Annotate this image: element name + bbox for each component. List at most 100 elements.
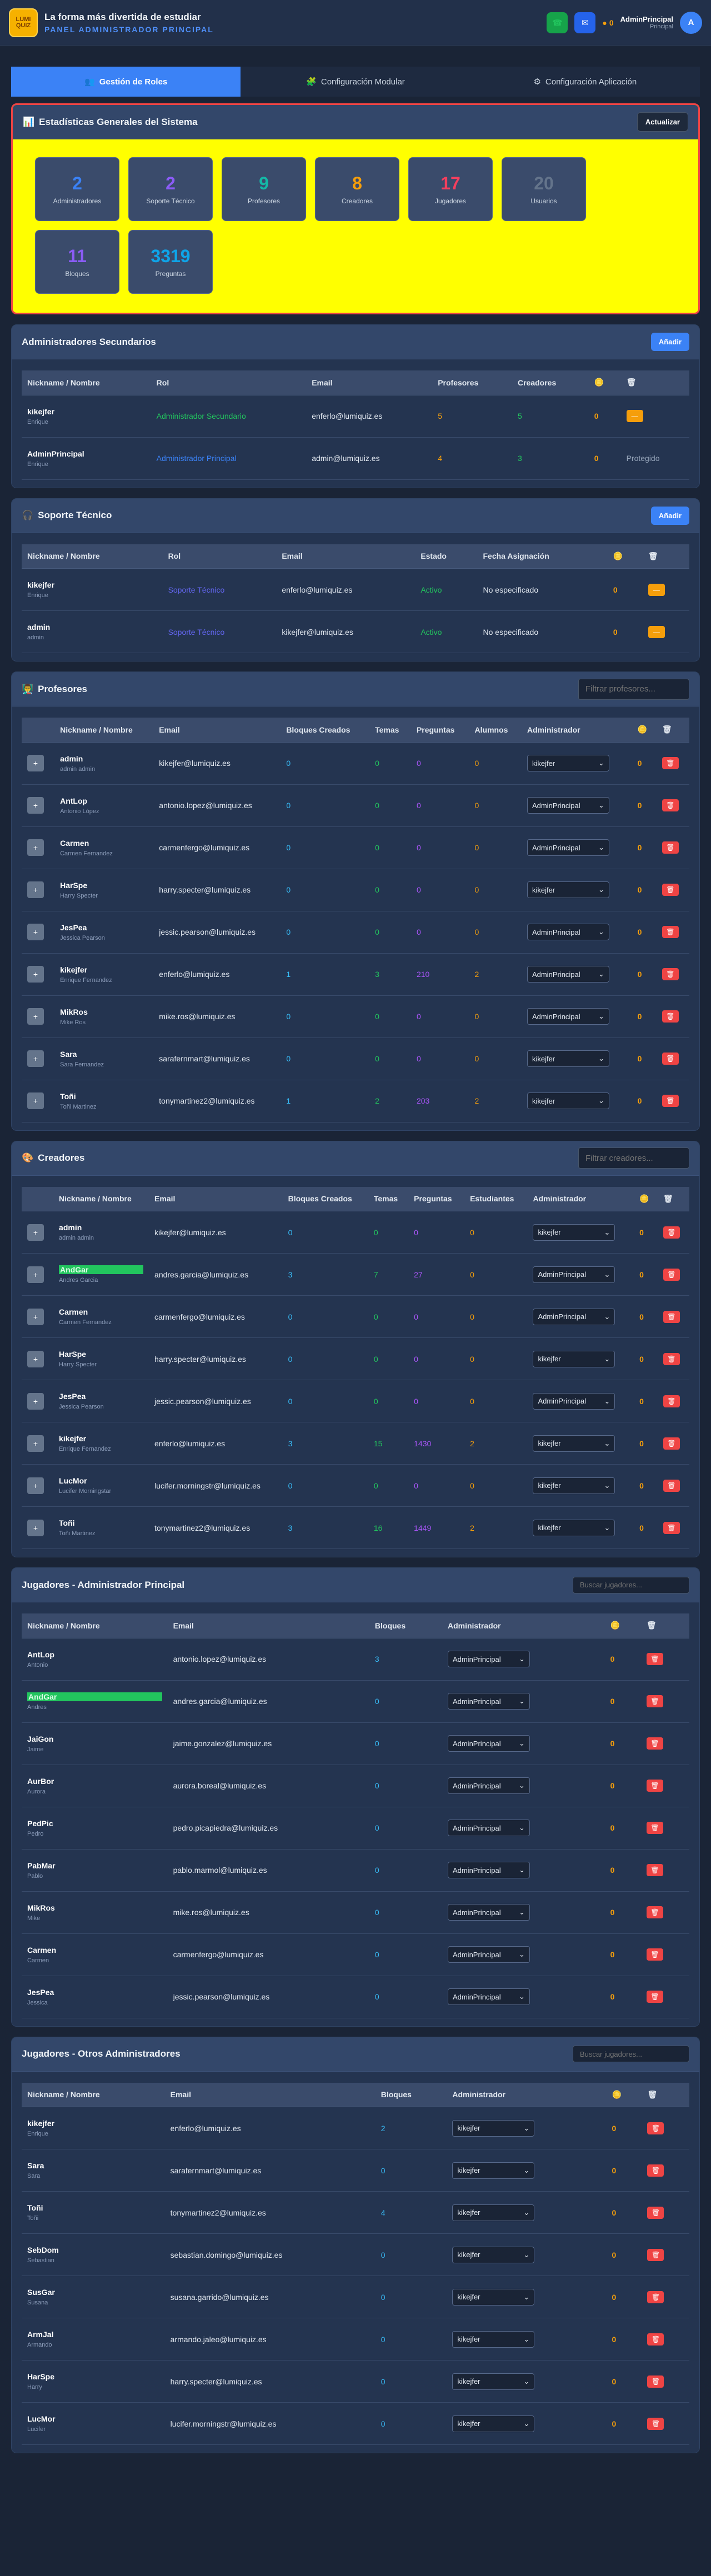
delete-button[interactable]: 🗑	[663, 1479, 680, 1492]
teachers-filter-input[interactable]	[578, 678, 689, 700]
expand-button[interactable]: +	[27, 1392, 44, 1410]
tab-app-config[interactable]: ⚙ Configuración Aplicación	[470, 67, 700, 97]
expand-button[interactable]: +	[27, 839, 44, 856]
delete-button[interactable]: 🗑	[662, 1053, 679, 1065]
delete-button[interactable]: 🗑	[647, 2164, 664, 2177]
administrator-select[interactable]: kikejfer ⌄	[527, 755, 609, 771]
delete-button[interactable]: —	[648, 583, 665, 596]
chat-icon-button[interactable]: ✉	[574, 12, 596, 33]
expand-button[interactable]: +	[27, 1350, 44, 1367]
delete-button[interactable]: —	[648, 625, 665, 638]
add-support-button[interactable]: Añadir	[650, 506, 689, 525]
players-main-search[interactable]	[573, 1576, 689, 1593]
avatar[interactable]: A	[680, 11, 702, 34]
delete-button[interactable]: 🗑	[662, 757, 679, 769]
delete-button[interactable]: 🗑	[647, 2417, 664, 2430]
administrator-select[interactable]: kikejfer ⌄	[452, 2246, 535, 2263]
administrator-select[interactable]: kikejfer ⌄	[452, 2204, 535, 2221]
delete-button[interactable]: 🗑	[662, 1095, 679, 1107]
delete-button[interactable]: 🗑	[646, 1991, 663, 2003]
administrator-select[interactable]: AdminPrincipal ⌄	[447, 1904, 530, 1921]
administrator-select[interactable]: AdminPrincipal ⌄	[533, 1392, 615, 1410]
expand-button[interactable]: +	[27, 1308, 44, 1325]
delete-button[interactable]: 🗑	[662, 926, 679, 938]
delete-button[interactable]: 🗑	[647, 2291, 664, 2303]
expand-button[interactable]: +	[27, 1266, 44, 1283]
delete-button[interactable]: 🗑	[662, 1010, 679, 1023]
add-admin-button[interactable]: Añadir	[650, 333, 689, 351]
administrator-select[interactable]: kikejfer ⌄	[452, 2162, 535, 2179]
expand-button[interactable]: +	[27, 1435, 44, 1452]
delete-button[interactable]: —	[626, 410, 643, 422]
expand-button[interactable]: +	[27, 966, 44, 983]
administrator-select[interactable]: AdminPrincipal ⌄	[447, 1946, 530, 1963]
delete-button[interactable]: 🗑	[663, 1395, 680, 1407]
delete-button[interactable]: 🗑	[663, 1226, 680, 1239]
administrator-select[interactable]: AdminPrincipal ⌄	[447, 1988, 530, 2005]
delete-button[interactable]: 🗑	[646, 1906, 663, 1918]
administrator-select[interactable]: kikejfer ⌄	[533, 1477, 615, 1494]
expand-button[interactable]: +	[27, 755, 44, 771]
delete-button[interactable]: 🗑	[663, 1310, 680, 1323]
administrator-select[interactable]: kikejfer ⌄	[533, 1224, 615, 1241]
administrator-select[interactable]: kikejfer ⌄	[452, 2119, 535, 2137]
creators-filter-input[interactable]	[578, 1147, 689, 1169]
administrator-select[interactable]: AdminPrincipal ⌄	[527, 797, 609, 814]
administrator-select[interactable]: AdminPrincipal ⌄	[447, 1651, 530, 1667]
expand-button[interactable]: +	[27, 1477, 44, 1494]
delete-button[interactable]: 🗑	[646, 1948, 663, 1961]
administrator-select[interactable]: AdminPrincipal ⌄	[533, 1266, 615, 1283]
expand-button[interactable]: +	[27, 1008, 44, 1025]
administrator-select[interactable]: AdminPrincipal ⌄	[447, 1777, 530, 1794]
administrator-select[interactable]: AdminPrincipal ⌄	[527, 839, 609, 856]
delete-button[interactable]: 🗑	[647, 2206, 664, 2219]
delete-button[interactable]: 🗑	[663, 1521, 680, 1534]
delete-button[interactable]: 🗑	[646, 1737, 663, 1750]
administrator-select[interactable]: AdminPrincipal ⌄	[527, 966, 609, 983]
administrator-select[interactable]: kikejfer ⌄	[452, 2373, 535, 2390]
delete-button[interactable]: 🗑	[647, 2375, 664, 2388]
delete-button[interactable]: 🗑	[663, 1437, 680, 1450]
administrator-select[interactable]: AdminPrincipal ⌄	[533, 1308, 615, 1325]
support-icon-button[interactable]: ☎	[547, 12, 568, 33]
delete-button[interactable]: 🗑	[647, 2333, 664, 2346]
administrator-select[interactable]: AdminPrincipal ⌄	[447, 1862, 530, 1878]
tab-modular[interactable]: 🧩 Configuración Modular	[241, 67, 470, 97]
delete-button[interactable]: 🗑	[662, 884, 679, 896]
tab-roles[interactable]: 👥 Gestión de Roles	[11, 67, 241, 97]
expand-button[interactable]: +	[27, 924, 44, 940]
delete-button[interactable]: 🗑	[662, 841, 679, 854]
refresh-button[interactable]: Actualizar	[637, 112, 688, 132]
administrator-select[interactable]: kikejfer ⌄	[533, 1435, 615, 1452]
players-other-search[interactable]	[573, 2046, 689, 2062]
delete-button[interactable]: 🗑	[646, 1653, 663, 1665]
administrator-select[interactable]: kikejfer ⌄	[527, 1050, 609, 1067]
expand-button[interactable]: +	[27, 1519, 44, 1536]
expand-button[interactable]: +	[27, 1224, 44, 1241]
administrator-select[interactable]: kikejfer ⌄	[452, 2288, 535, 2306]
delete-button[interactable]: 🗑	[646, 1780, 663, 1792]
administrator-select[interactable]: AdminPrincipal ⌄	[447, 1820, 530, 1836]
administrator-select[interactable]: kikejfer ⌄	[533, 1350, 615, 1367]
delete-button[interactable]: 🗑	[647, 2248, 664, 2261]
delete-button[interactable]: 🗑	[663, 1268, 680, 1281]
delete-button[interactable]: 🗑	[646, 1695, 663, 1707]
administrator-select[interactable]: kikejfer ⌄	[452, 2415, 535, 2432]
administrator-select[interactable]: AdminPrincipal ⌄	[527, 924, 609, 940]
administrator-select[interactable]: kikejfer ⌄	[452, 2331, 535, 2348]
administrator-select[interactable]: AdminPrincipal ⌄	[447, 1693, 530, 1710]
administrator-select[interactable]: AdminPrincipal ⌄	[527, 1008, 609, 1025]
delete-button[interactable]: 🗑	[663, 1352, 680, 1365]
expand-button[interactable]: +	[27, 1050, 44, 1067]
delete-button[interactable]: 🗑	[662, 799, 679, 811]
expand-button[interactable]: +	[27, 1092, 44, 1109]
delete-button[interactable]: 🗑	[647, 2122, 664, 2134]
administrator-select[interactable]: AdminPrincipal ⌄	[447, 1735, 530, 1752]
expand-button[interactable]: +	[27, 797, 44, 814]
delete-button[interactable]: 🗑	[646, 1864, 663, 1876]
delete-button[interactable]: 🗑	[646, 1822, 663, 1834]
expand-button[interactable]: +	[27, 881, 44, 898]
delete-button[interactable]: 🗑	[662, 968, 679, 980]
administrator-select[interactable]: kikejfer ⌄	[527, 881, 609, 898]
administrator-select[interactable]: kikejfer ⌄	[533, 1519, 615, 1536]
